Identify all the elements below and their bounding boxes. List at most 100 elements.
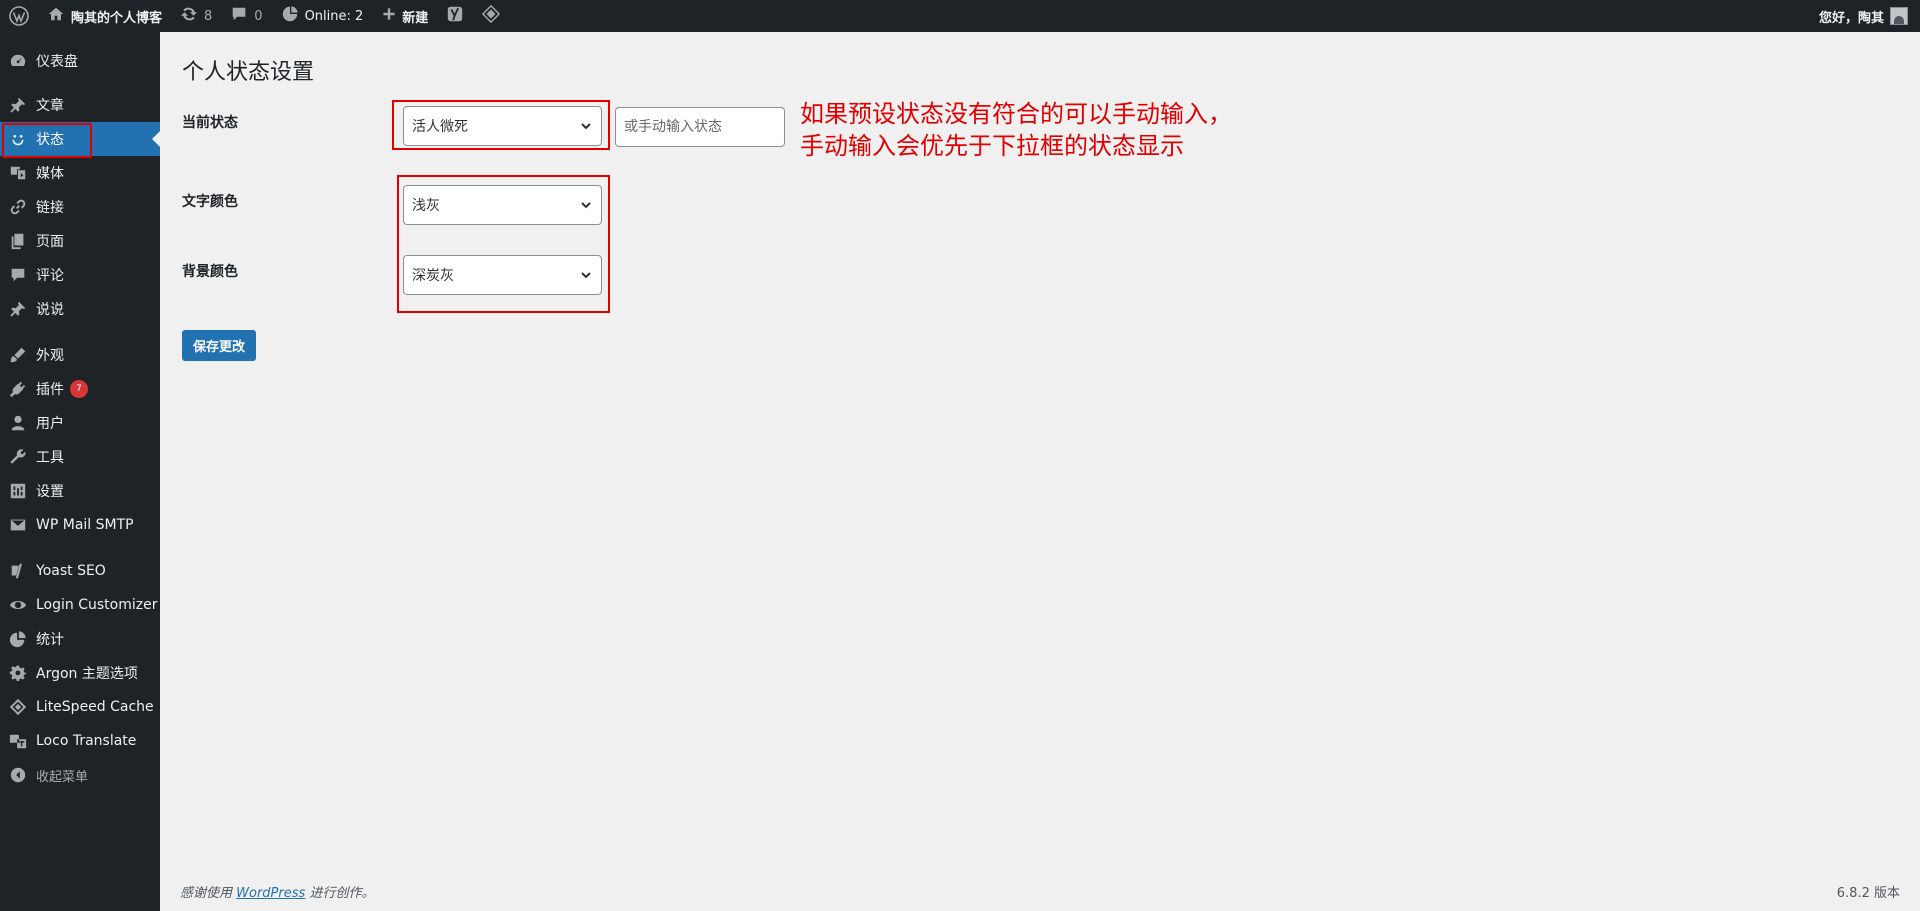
sidebar-item-login-customizer[interactable]: Login Customizer xyxy=(0,588,160,622)
page-title: 个人状态设置 xyxy=(182,60,315,85)
sidebar-item-label: LiteSpeed Cache xyxy=(36,699,154,715)
sidebar-item-media[interactable]: 媒体 xyxy=(0,156,160,190)
sidebar-item-litespeed-cache[interactable]: LiteSpeed Cache xyxy=(0,690,160,724)
sidebar-item-label: Login Customizer xyxy=(36,597,158,613)
sidebar-item-argon-options[interactable]: Argon 主题选项 xyxy=(0,656,160,690)
footer-thanks: 感谢使用 WordPress 进行创作。 xyxy=(180,882,374,901)
main-content: 个人状态设置 当前状态 活人微死 如果预设状态没有符合的可以手动输入， 手动输入… xyxy=(160,32,1920,911)
sidebar-item-label: WP Mail SMTP xyxy=(36,517,134,533)
mail-icon xyxy=(0,508,36,542)
pin-icon xyxy=(0,292,36,326)
page-icon xyxy=(0,224,36,258)
sidebar-item-posts[interactable]: 文章 xyxy=(0,88,160,122)
save-button[interactable]: 保存更改 xyxy=(182,330,257,361)
bg-color-select[interactable]: 深炭灰 xyxy=(403,255,602,295)
link-icon xyxy=(0,190,36,224)
dashboard-icon xyxy=(0,44,36,78)
annotation-line-2: 手动输入会优先于下拉框的状态显示 xyxy=(800,132,1184,160)
collapse-menu-button[interactable]: 收起菜单 xyxy=(0,758,160,792)
chart-pie-icon xyxy=(281,5,299,27)
site-name-link[interactable]: 陶其的个人博客 xyxy=(38,0,171,32)
diamond-icon xyxy=(482,4,501,27)
updates-count: 8 xyxy=(204,8,213,24)
sidebar-item-label: 外观 xyxy=(36,348,64,364)
diamond-icon xyxy=(0,690,36,724)
sidebar-item-yoast-seo[interactable]: Yoast SEO xyxy=(0,554,160,588)
footer-thanks-before: 感谢使用 xyxy=(180,886,233,901)
sidebar-item-dashboard[interactable]: 仪表盘 xyxy=(0,44,160,78)
sidebar-item-label: Yoast SEO xyxy=(36,563,106,579)
footer-thanks-after: 进行创作。 xyxy=(309,886,375,901)
eye-icon xyxy=(0,588,36,622)
annotation-line-1: 如果预设状态没有符合的可以手动输入， xyxy=(800,100,1232,128)
settings-icon xyxy=(0,474,36,508)
wordpress-logo-icon[interactable] xyxy=(0,0,38,32)
online-label: Online: 2 xyxy=(304,8,364,24)
sidebar-item-label: 文章 xyxy=(36,98,64,114)
bg-color-label: 背景颜色 xyxy=(182,264,238,280)
updates-link[interactable]: 8 xyxy=(171,0,221,32)
sidebar-item-plugins[interactable]: 插件 7 xyxy=(0,372,160,406)
chevron-down-icon xyxy=(579,198,593,212)
sidebar-item-links[interactable]: 链接 xyxy=(0,190,160,224)
pin-icon xyxy=(0,88,36,122)
yoast-menu-link[interactable] xyxy=(437,0,473,32)
gear-icon xyxy=(0,656,36,690)
user-icon xyxy=(0,406,36,440)
text-color-select[interactable]: 浅灰 xyxy=(403,185,602,225)
yoast-icon xyxy=(0,554,36,588)
litespeed-menu-link[interactable] xyxy=(473,0,509,32)
admin-bar: 陶其的个人博客 8 0 Online: 2 新建 您好，陶其 xyxy=(0,0,1920,32)
my-account-link[interactable]: 您好，陶其 xyxy=(1810,0,1912,32)
sidebar-item-status[interactable]: 状态 xyxy=(0,122,160,156)
sidebar-item-label: 收起菜单 xyxy=(36,769,89,785)
sidebar-item-label: 用户 xyxy=(36,416,64,432)
bg-color-value: 深炭灰 xyxy=(412,268,454,284)
sidebar-item-statistics[interactable]: 统计 xyxy=(0,622,160,656)
wordpress-link[interactable]: WordPress xyxy=(236,886,305,901)
sidebar-item-label: 工具 xyxy=(36,450,64,466)
sidebar-item-label: 插件 xyxy=(36,382,64,398)
sidebar-item-label: 状态 xyxy=(36,132,64,148)
media-icon xyxy=(0,156,36,190)
plugin-icon xyxy=(0,372,36,406)
sidebar-item-pages[interactable]: 页面 xyxy=(0,224,160,258)
updates-icon xyxy=(180,5,198,27)
sidebar-item-loco-translate[interactable]: Loco Translate xyxy=(0,724,160,758)
current-status-value: 活人微死 xyxy=(412,119,468,135)
sidebar-item-users[interactable]: 用户 xyxy=(0,406,160,440)
annotation-text: 如果预设状态没有符合的可以手动输入， 手动输入会优先于下拉框的状态显示 xyxy=(800,98,1232,162)
current-status-label: 当前状态 xyxy=(182,115,238,131)
sidebar-item-label: 设置 xyxy=(36,484,64,500)
sidebar-item-wp-mail-smtp[interactable]: WP Mail SMTP xyxy=(0,508,160,542)
translate-icon xyxy=(0,724,36,758)
footer-version: 6.8.2 版本 xyxy=(1836,886,1900,901)
chevron-down-icon xyxy=(579,268,593,282)
collapse-icon xyxy=(0,758,36,792)
text-color-label: 文字颜色 xyxy=(182,194,238,210)
sidebar-item-label: 仪表盘 xyxy=(36,54,78,70)
wrench-icon xyxy=(0,440,36,474)
plugin-update-badge: 7 xyxy=(70,380,88,398)
comments-count: 0 xyxy=(254,8,263,24)
sidebar-item-settings[interactable]: 设置 xyxy=(0,474,160,508)
new-content-link[interactable]: 新建 xyxy=(372,0,437,32)
manual-status-input[interactable] xyxy=(615,107,785,147)
sidebar-item-label: 说说 xyxy=(36,302,64,318)
online-stats-link[interactable]: Online: 2 xyxy=(272,0,373,32)
sidebar-item-moments[interactable]: 说说 xyxy=(0,292,160,326)
avatar xyxy=(1890,7,1908,25)
chart-pie-icon xyxy=(0,622,36,656)
sidebar-item-comments[interactable]: 评论 xyxy=(0,258,160,292)
sidebar-item-label: 统计 xyxy=(36,632,64,648)
admin-sidebar: 仪表盘 文章 状态 媒体 链接 页面 评论 说说 外观 插件 7 用户 工具 设… xyxy=(0,32,160,911)
sidebar-item-label: 媒体 xyxy=(36,166,64,182)
current-status-select[interactable]: 活人微死 xyxy=(403,106,602,146)
sidebar-item-label: Loco Translate xyxy=(36,733,137,749)
sidebar-item-label: Argon 主题选项 xyxy=(36,666,138,682)
sidebar-item-appearance[interactable]: 外观 xyxy=(0,338,160,372)
comments-link[interactable]: 0 xyxy=(221,0,271,32)
sidebar-item-label: 评论 xyxy=(36,268,64,284)
plus-icon xyxy=(381,6,397,26)
sidebar-item-tools[interactable]: 工具 xyxy=(0,440,160,474)
